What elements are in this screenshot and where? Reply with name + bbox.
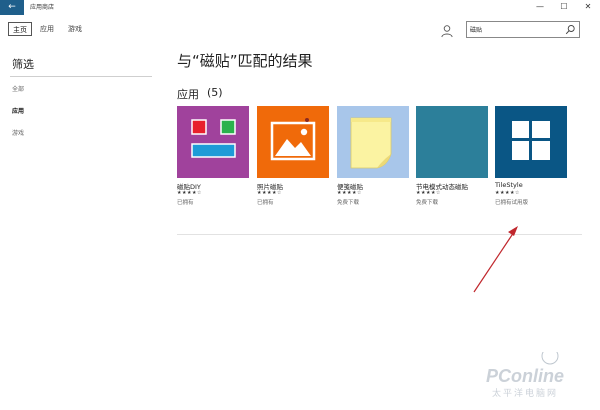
tab-home[interactable]: 主页 — [8, 22, 32, 36]
app-tile[interactable] — [337, 106, 409, 178]
app-tile[interactable] — [257, 106, 329, 178]
filter-item-all[interactable]: 全部 — [12, 84, 24, 93]
photo-icon — [270, 118, 316, 161]
results-divider — [177, 234, 582, 235]
rating-stars: ★★★★☆ — [337, 190, 362, 196]
app-price: 免费下载 — [416, 200, 439, 206]
svg-text:太平洋电脑网: 太平洋电脑网 — [492, 387, 558, 399]
tile-diy-icon — [191, 119, 236, 158]
pconline-logo-icon: PConline 太平洋电脑网 — [486, 347, 564, 399]
filter-item-games[interactable]: 游戏 — [12, 128, 24, 137]
search-icon[interactable] — [565, 24, 576, 35]
rating-stars: ★★★★☆ — [177, 190, 202, 196]
rating-stars: ★★★★☆ — [416, 190, 441, 196]
filter-item-apps[interactable]: 应用 — [12, 106, 24, 115]
minimize-button[interactable]: — — [531, 1, 549, 13]
app-card[interactable]: 节电模式动态磁贴 ★★★★☆ 免费下载 — [416, 106, 488, 216]
windows-logo-icon — [512, 121, 550, 160]
app-price: 已拥有 — [177, 200, 194, 206]
app-price: 已拥有试用版 — [495, 200, 529, 206]
app-tile[interactable] — [177, 106, 249, 178]
watermark-logo: PConline 太平洋电脑网 — [478, 347, 593, 402]
sticky-note-icon — [350, 117, 392, 169]
app-price: 免费下载 — [337, 200, 360, 206]
rating-stars: ★★★★☆ — [257, 190, 282, 196]
filter-sidebar: 筛选 全部 应用 游戏 — [0, 46, 155, 410]
app-price: 已拥有 — [257, 200, 274, 206]
rating-stars: ★★★★☆ — [495, 190, 520, 196]
section-count: (5) — [207, 86, 223, 99]
svg-text:PConline: PConline — [486, 366, 564, 386]
window-title: 应用商店 — [30, 4, 55, 11]
app-tile[interactable] — [416, 106, 488, 178]
search-box[interactable] — [466, 21, 580, 38]
search-input[interactable] — [470, 24, 560, 35]
blank-tile-icon — [416, 106, 488, 178]
app-name: TileStyle — [495, 181, 523, 189]
app-card[interactable]: 便笺磁贴 ★★★★☆ 免费下载 — [337, 106, 409, 216]
close-button[interactable]: ✕ — [579, 1, 597, 13]
app-card[interactable]: 照片磁贴 ★★★★☆ 已拥有 — [257, 106, 329, 216]
title-bar: ← 应用商店 — ☐ ✕ — [0, 0, 600, 15]
maximize-button[interactable]: ☐ — [555, 1, 573, 13]
section-title[interactable]: 应用 — [177, 86, 199, 102]
back-button[interactable]: ← — [0, 0, 24, 15]
filter-title: 筛选 — [12, 58, 34, 71]
user-icon[interactable] — [440, 24, 454, 38]
app-tile[interactable] — [495, 106, 567, 178]
tab-games[interactable]: 游戏 — [68, 22, 82, 36]
filter-divider — [10, 76, 152, 77]
tab-apps[interactable]: 应用 — [40, 22, 54, 36]
app-card[interactable]: TileStyle ★★★★☆ 已拥有试用版 — [495, 106, 567, 216]
page-title: 与“磁贴”匹配的结果 — [177, 52, 313, 70]
app-card[interactable]: 磁贴DIY ★★★★☆ 已拥有 — [177, 106, 249, 216]
